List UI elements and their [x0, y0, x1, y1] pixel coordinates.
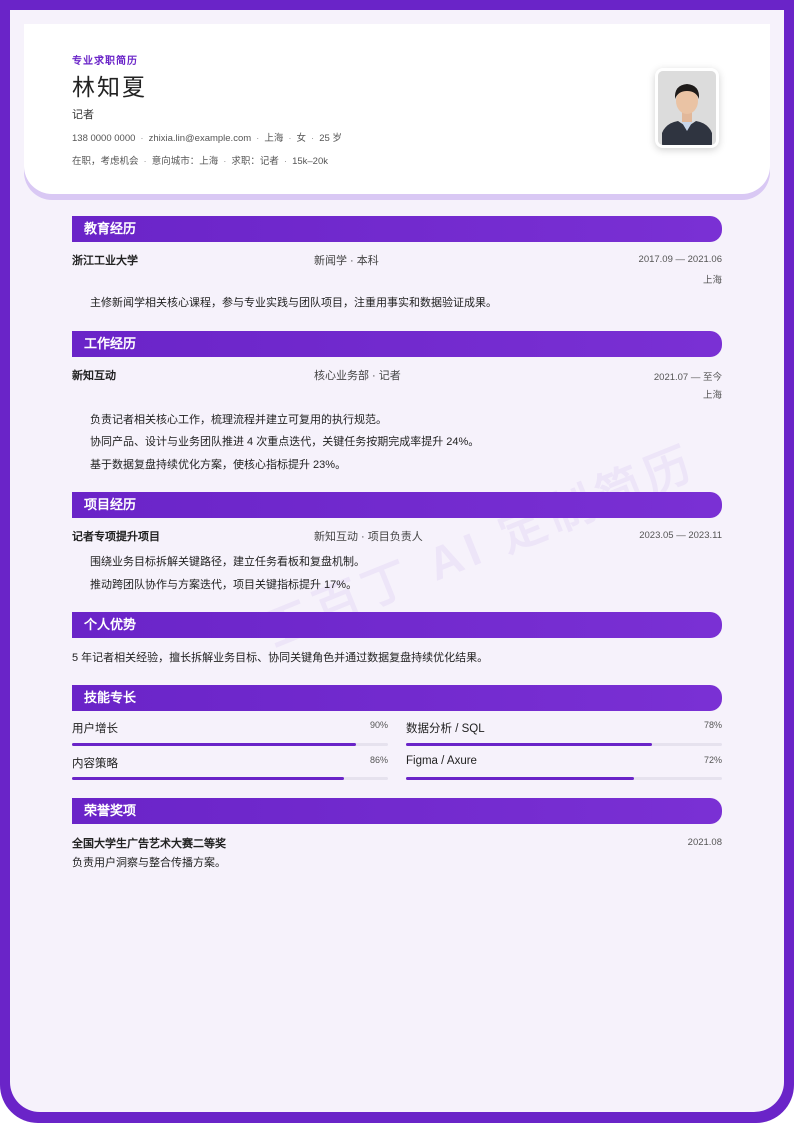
portrait-photo — [655, 68, 719, 148]
education-period: 2017.09 — 2021.06 — [638, 254, 722, 265]
skill-track — [406, 743, 722, 746]
section-strengths-heading: 个人优势 — [72, 612, 722, 638]
work-location: 上海 — [702, 390, 722, 401]
skill-label: 数据分析 / SQL — [406, 723, 485, 735]
project-role: 新知互动 · 项目负责人 — [314, 531, 423, 543]
candidate-name: 林知夏 — [72, 74, 147, 100]
contact-line: 138 0000 0000 · zhixia.lin@example.com · 上海 ·… — [72, 133, 342, 144]
page-frame: 五百丁 AI 定制简历 专业求职简历 林知夏 记者 138 0000 0000 ·… — [0, 0, 794, 1123]
section-project-heading: 项目经历 — [72, 492, 722, 518]
section-work-heading: 工作经历 — [72, 331, 722, 357]
honor-date: 2021.08 — [687, 837, 722, 848]
person-photo-icon — [658, 71, 716, 145]
honor-name: 全国大学生广告艺术大赛二等奖 — [72, 838, 226, 850]
project-bullet: 围绕业务目标拆解关键路径，建立任务看板和复盘机制。 — [90, 556, 365, 568]
intent-line: 在职，考虑机会 · 意向城市：上海 · 求职：记者 · 15k–20k — [72, 156, 328, 167]
section-honors-heading: 荣誉奖项 — [72, 798, 722, 824]
header-kicker: 专业求职简历 — [72, 56, 138, 67]
project-name: 记者专项提升项目 — [72, 531, 160, 543]
city: 上海 — [264, 133, 284, 144]
photo-image — [658, 71, 716, 145]
phone: 138 0000 0000 — [72, 133, 136, 144]
skill-track — [72, 743, 388, 746]
work-bullet: 协同产品、设计与业务团队推进 4 次重点迭代，关键任务按期完成率提升 24%。 — [90, 436, 480, 448]
honor-desc: 负责用户洞察与整合传播方案。 — [72, 857, 226, 869]
skill-fill — [406, 777, 634, 780]
skill-track — [72, 777, 388, 780]
work-period: 2021.07 — 至今 — [653, 372, 722, 383]
skill-track — [406, 777, 722, 780]
section-education-heading: 教育经历 — [72, 216, 722, 242]
section-skills-heading: 技能专长 — [72, 685, 722, 711]
skill-fill — [406, 743, 653, 746]
skill-label: 内容策略 — [72, 758, 118, 770]
skill-label: 用户增长 — [72, 723, 118, 735]
skill-percent: 72% — [703, 755, 722, 765]
resume-page: 五百丁 AI 定制简历 专业求职简历 林知夏 记者 138 0000 0000 ·… — [10, 10, 784, 1112]
education-major: 新闻学 · 本科 — [314, 255, 379, 267]
work-role: 核心业务部 · 记者 — [314, 370, 401, 382]
skill-percent: 86% — [369, 755, 388, 765]
project-bullet: 推动跨团队协作与方案迭代，项目关键指标提升 17%。 — [90, 579, 358, 591]
intent-job: 求职：记者 — [231, 156, 279, 167]
header-card: 专业求职简历 林知夏 记者 138 0000 0000 · zhixia.lin@e… — [24, 24, 770, 194]
project-period: 2023.05 — 2023.11 — [639, 530, 722, 541]
salary: 15k–20k — [292, 156, 328, 167]
candidate-title: 记者 — [72, 109, 94, 121]
work-company: 新知互动 — [72, 370, 116, 382]
skill-label: Figma / Axure — [406, 755, 477, 767]
gender: 女 — [296, 133, 307, 144]
job-status: 在职，考虑机会 — [72, 156, 139, 167]
skill-percent: 78% — [703, 720, 722, 730]
strengths-text: 5 年记者相关经验，擅长拆解业务目标、协同关键角色并通过数据复盘持续优化结果。 — [72, 652, 489, 664]
age: 25 岁 — [319, 133, 342, 144]
intent-city: 意向城市：上海 — [151, 156, 219, 167]
email: zhixia.lin@example.com — [148, 133, 252, 144]
work-bullet: 负责记者相关核心工作，梳理流程并建立可复用的执行规范。 — [90, 414, 387, 426]
education-desc: 主修新闻学相关核心课程，参与专业实践与团队项目，注重用事实和数据验证成果。 — [90, 297, 497, 309]
skill-fill — [72, 743, 357, 746]
education-location: 上海 — [702, 275, 722, 286]
skill-percent: 90% — [369, 720, 388, 730]
skill-fill — [72, 777, 344, 780]
work-bullet: 基于数据复盘持续优化方案，使核心指标提升 23%。 — [90, 459, 347, 471]
education-school: 浙江工业大学 — [72, 255, 138, 267]
